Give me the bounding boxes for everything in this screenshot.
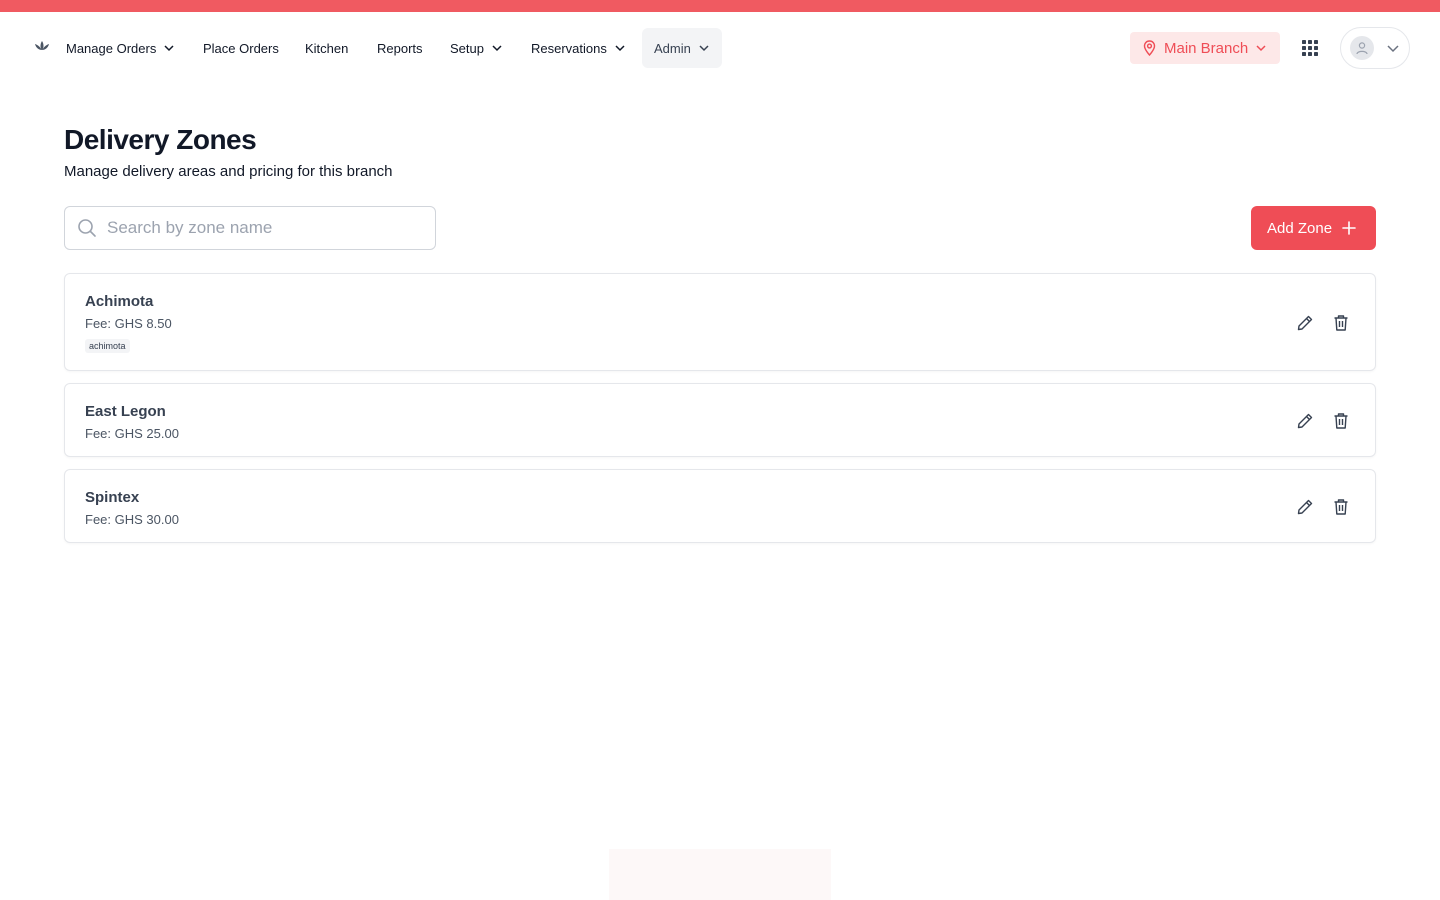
search-input[interactable]: [107, 218, 407, 238]
nav-place-orders[interactable]: Place Orders: [203, 28, 279, 68]
nav-label: Admin: [654, 40, 691, 56]
nav-label: Reports: [377, 40, 423, 56]
zone-fee: Fee: GHS 8.50: [85, 316, 172, 331]
zone-fee: Fee: GHS 30.00: [85, 512, 179, 527]
trash-icon[interactable]: [1333, 498, 1349, 516]
chevron-down-icon: [615, 45, 625, 52]
nav-label: Reservations: [531, 40, 607, 56]
toast-placeholder: [609, 849, 831, 900]
nav-label: Manage Orders: [66, 40, 157, 56]
branch-name: Main Branch: [1164, 39, 1249, 57]
zone-card: Spintex Fee: GHS 30.00: [64, 469, 1376, 543]
zone-card: Achimota Fee: GHS 8.50 achimota: [64, 273, 1376, 371]
pencil-icon[interactable]: [1296, 412, 1314, 430]
search-icon: [78, 219, 96, 237]
page-subtitle: Manage delivery areas and pricing for th…: [64, 163, 393, 180]
nav-admin[interactable]: Admin: [642, 28, 722, 68]
map-pin-icon: [1143, 40, 1156, 56]
zone-name: Achimota: [85, 293, 154, 310]
top-accent-bar: [0, 0, 1440, 12]
pencil-icon[interactable]: [1296, 314, 1314, 332]
chevron-down-icon: [492, 45, 502, 52]
chevron-down-icon: [164, 45, 174, 52]
pencil-icon[interactable]: [1296, 498, 1314, 516]
nav-reports[interactable]: Reports: [377, 28, 423, 68]
branch-selector[interactable]: Main Branch: [1130, 32, 1280, 64]
nav-label: Kitchen: [305, 40, 349, 56]
chevron-down-icon: [699, 45, 709, 52]
add-zone-label: Add Zone: [1267, 219, 1333, 237]
search-box: [64, 206, 436, 250]
nav-setup[interactable]: Setup: [450, 28, 503, 68]
nav-reservations[interactable]: Reservations: [531, 28, 626, 68]
main-nav: Manage Orders Place Orders Kitchen Repor…: [0, 12, 1440, 84]
grid-icon[interactable]: [1301, 39, 1319, 57]
add-zone-button[interactable]: Add Zone: [1251, 206, 1376, 250]
nav-manage-orders[interactable]: Manage Orders: [66, 28, 175, 68]
zone-tag: achimota: [85, 339, 130, 353]
page-title: Delivery Zones: [64, 124, 257, 155]
user-menu[interactable]: [1340, 27, 1410, 69]
nav-label: Setup: [450, 40, 484, 56]
zone-name: Spintex: [85, 489, 140, 506]
plus-icon: [1342, 221, 1356, 235]
trash-icon[interactable]: [1333, 314, 1349, 332]
trash-icon[interactable]: [1333, 412, 1349, 430]
zone-card: East Legon Fee: GHS 25.00: [64, 383, 1376, 457]
zone-name: East Legon: [85, 403, 166, 420]
chevron-down-icon: [1387, 45, 1399, 53]
zone-fee: Fee: GHS 25.00: [85, 426, 179, 441]
user-icon: [1356, 42, 1368, 55]
nav-label: Place Orders: [203, 40, 279, 56]
nav-kitchen[interactable]: Kitchen: [305, 28, 348, 68]
chevron-down-icon: [1256, 45, 1266, 52]
avatar: [1350, 36, 1374, 60]
lotus-logo-icon[interactable]: [32, 38, 52, 54]
